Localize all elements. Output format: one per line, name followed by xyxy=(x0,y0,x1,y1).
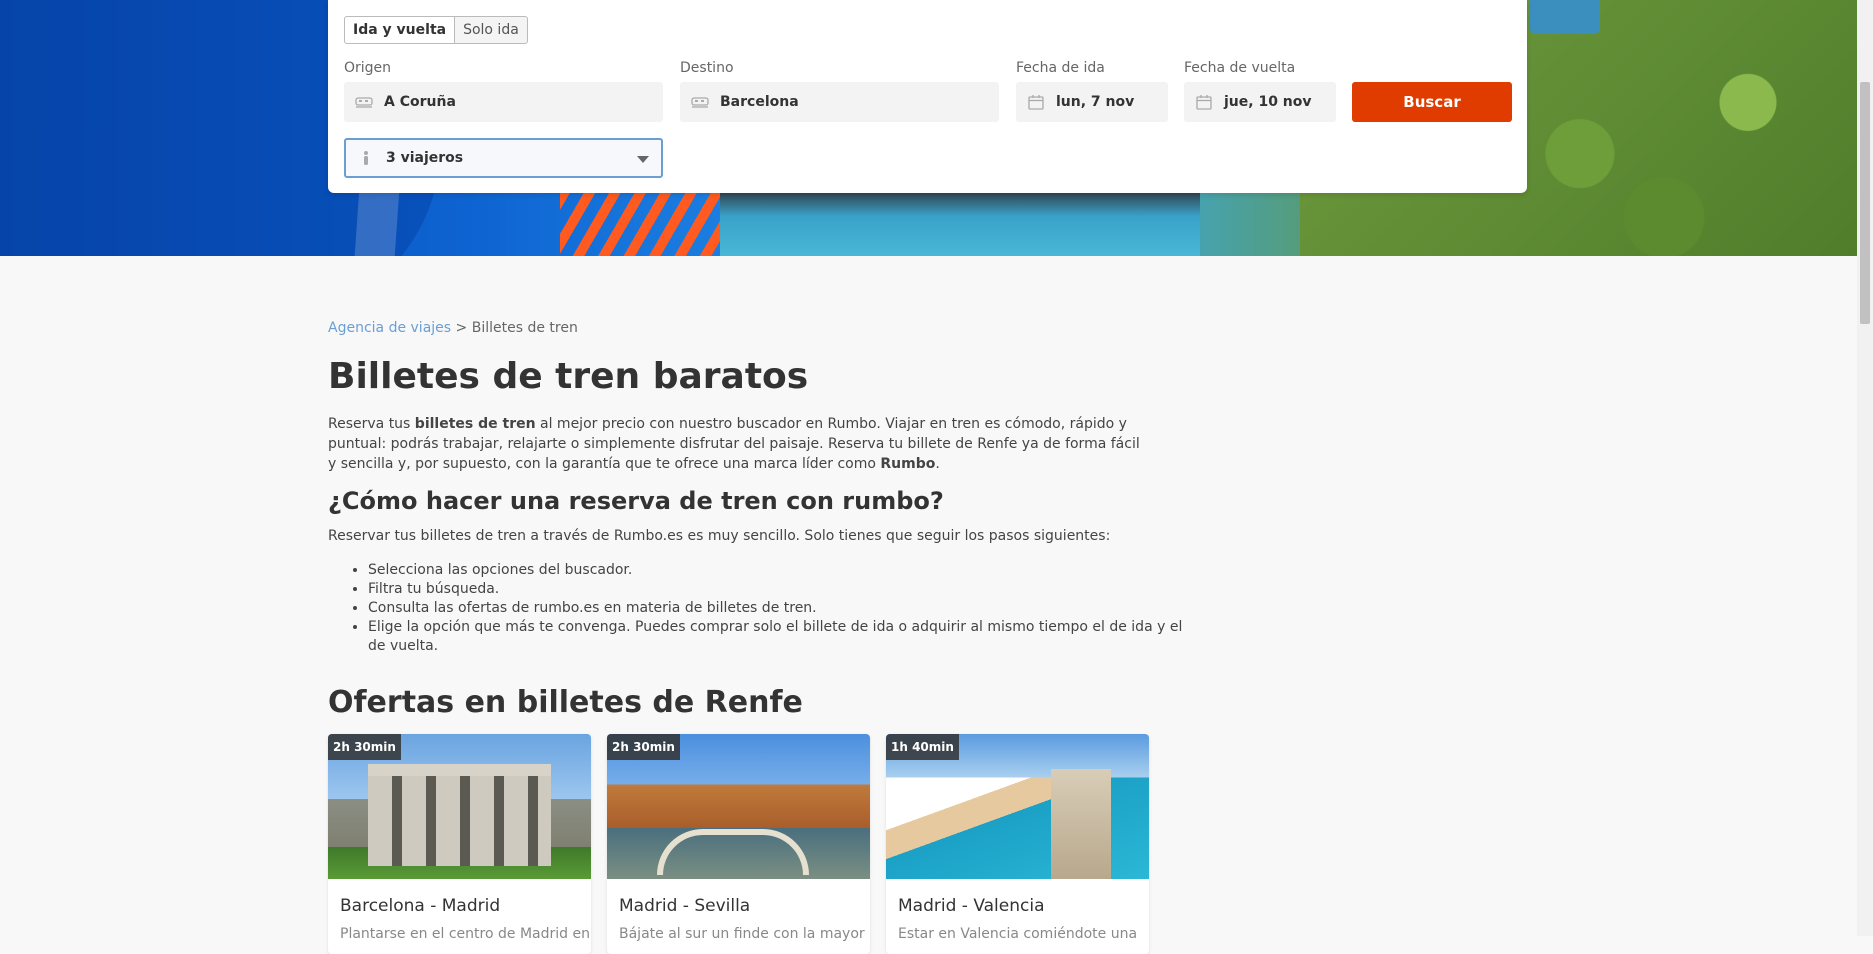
duration-badge: 2h 30min xyxy=(607,734,680,760)
hero-train-image xyxy=(720,190,1200,256)
offer-card[interactable]: 2h 30min Madrid - Sevilla Bájate al sur … xyxy=(607,734,870,954)
offer-route[interactable]: Barcelona - Madrid xyxy=(340,896,500,916)
breadcrumb-separator: > xyxy=(455,320,468,336)
train-icon xyxy=(354,96,374,108)
trip-type-oneway[interactable]: Solo ida xyxy=(455,16,528,44)
list-item: Elige la opción que más te convenga. Pue… xyxy=(368,618,1188,656)
calendar-icon xyxy=(1026,94,1046,110)
intro-paragraph: Reserva tus billetes de tren al mejor pr… xyxy=(328,416,1140,472)
breadcrumb-current: Billetes de tren xyxy=(471,320,578,336)
trip-type-toggle: Ida y vuelta Solo ida xyxy=(344,16,528,44)
search-button[interactable]: Buscar xyxy=(1352,82,1512,122)
departure-date-label: Fecha de ida xyxy=(1016,60,1105,76)
page-scrollbar[interactable] xyxy=(1857,0,1873,936)
offer-card[interactable]: 1h 40min Madrid - Valencia Estar en Vale… xyxy=(886,734,1149,954)
destination-label: Destino xyxy=(680,60,734,76)
offer-description: Bájate al sur un finde con la mayor xyxy=(619,926,865,942)
return-date-value: jue, 10 nov xyxy=(1224,94,1312,110)
steps-list: Selecciona las opciones del buscador. Fi… xyxy=(328,561,1188,656)
travelers-select[interactable]: 3 viajeros xyxy=(344,138,663,178)
list-item: Consulta las ofertas de rumbo.es en mate… xyxy=(368,599,1188,618)
howto-intro: Reservar tus billetes de tren a través d… xyxy=(328,528,1111,544)
howto-heading: ¿Cómo hacer una reserva de tren con rumb… xyxy=(328,487,944,515)
origin-value: A Coruña xyxy=(384,94,456,110)
duration-badge: 2h 30min xyxy=(328,734,401,760)
list-item: Selecciona las opciones del buscador. xyxy=(368,561,1188,580)
destination-value: Barcelona xyxy=(720,94,799,110)
travelers-value: 3 viajeros xyxy=(386,150,464,166)
hero-stripes xyxy=(560,190,740,256)
departure-date-field[interactable]: lun, 7 nov xyxy=(1016,82,1168,122)
breadcrumb-link-agencia[interactable]: Agencia de viajes xyxy=(328,320,451,336)
train-icon xyxy=(690,96,710,108)
offer-route[interactable]: Madrid - Valencia xyxy=(898,896,1045,916)
hero-railcar-image xyxy=(1530,0,1600,34)
page-title: Billetes de tren baratos xyxy=(328,356,809,397)
scrollbar-thumb[interactable] xyxy=(1860,82,1870,324)
destination-field[interactable]: Barcelona xyxy=(680,82,999,122)
offer-description: Plantarse en el centro de Madrid en xyxy=(340,926,590,942)
offers-heading: Ofertas en billetes de Renfe xyxy=(328,685,803,720)
origin-field[interactable]: A Coruña xyxy=(344,82,663,122)
calendar-icon xyxy=(1194,94,1214,110)
chevron-down-icon xyxy=(637,156,649,163)
offer-route[interactable]: Madrid - Sevilla xyxy=(619,896,750,916)
trip-type-roundtrip[interactable]: Ida y vuelta xyxy=(344,16,456,44)
person-icon xyxy=(356,150,376,166)
offer-description: Estar en Valencia comiéndote una xyxy=(898,926,1138,942)
return-date-field[interactable]: jue, 10 nov xyxy=(1184,82,1336,122)
breadcrumb: Agencia de viajes > Billetes de tren xyxy=(328,320,578,336)
offers-cards: 2h 30min Barcelona - Madrid Plantarse en… xyxy=(328,734,1149,954)
return-date-label: Fecha de vuelta xyxy=(1184,60,1296,76)
departure-date-value: lun, 7 nov xyxy=(1056,94,1135,110)
duration-badge: 1h 40min xyxy=(886,734,959,760)
origin-label: Origen xyxy=(344,60,392,76)
offer-card[interactable]: 2h 30min Barcelona - Madrid Plantarse en… xyxy=(328,734,591,954)
list-item: Filtra tu búsqueda. xyxy=(368,580,1188,599)
train-search-form: Ida y vuelta Solo ida Origen A Coruña De… xyxy=(328,0,1527,193)
